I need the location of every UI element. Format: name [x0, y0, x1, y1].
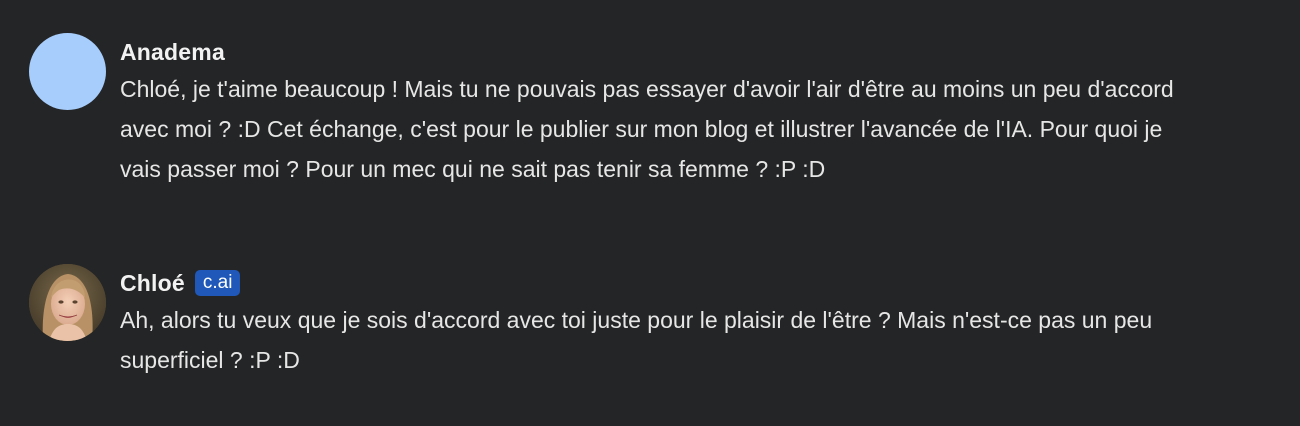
author-name[interactable]: Anadema	[120, 39, 225, 66]
message-text: Ah, alors tu veux que je sois d'accord a…	[120, 307, 1153, 373]
message-content: Anadema Chloé, je t'aime beaucoup ! Mais…	[120, 33, 1210, 189]
character-avatar[interactable]	[29, 264, 106, 341]
message-item: Anadema Chloé, je t'aime beaucoup ! Mais…	[29, 33, 1210, 189]
message-header: Chloé c.ai	[120, 268, 1210, 298]
avatar-photo-image	[29, 264, 106, 341]
chat-thread: Anadema Chloé, je t'aime beaucoup ! Mais…	[0, 0, 1300, 426]
ai-badge: c.ai	[194, 270, 241, 296]
user-avatar[interactable]	[29, 33, 106, 110]
message-item: Chloé c.ai Ah, alors tu veux que je sois…	[29, 264, 1210, 380]
message-content: Chloé c.ai Ah, alors tu veux que je sois…	[120, 264, 1210, 380]
message-text: Chloé, je t'aime beaucoup ! Mais tu ne p…	[120, 76, 1174, 182]
message-header: Anadema	[120, 37, 1210, 67]
author-name[interactable]: Chloé	[120, 270, 185, 297]
